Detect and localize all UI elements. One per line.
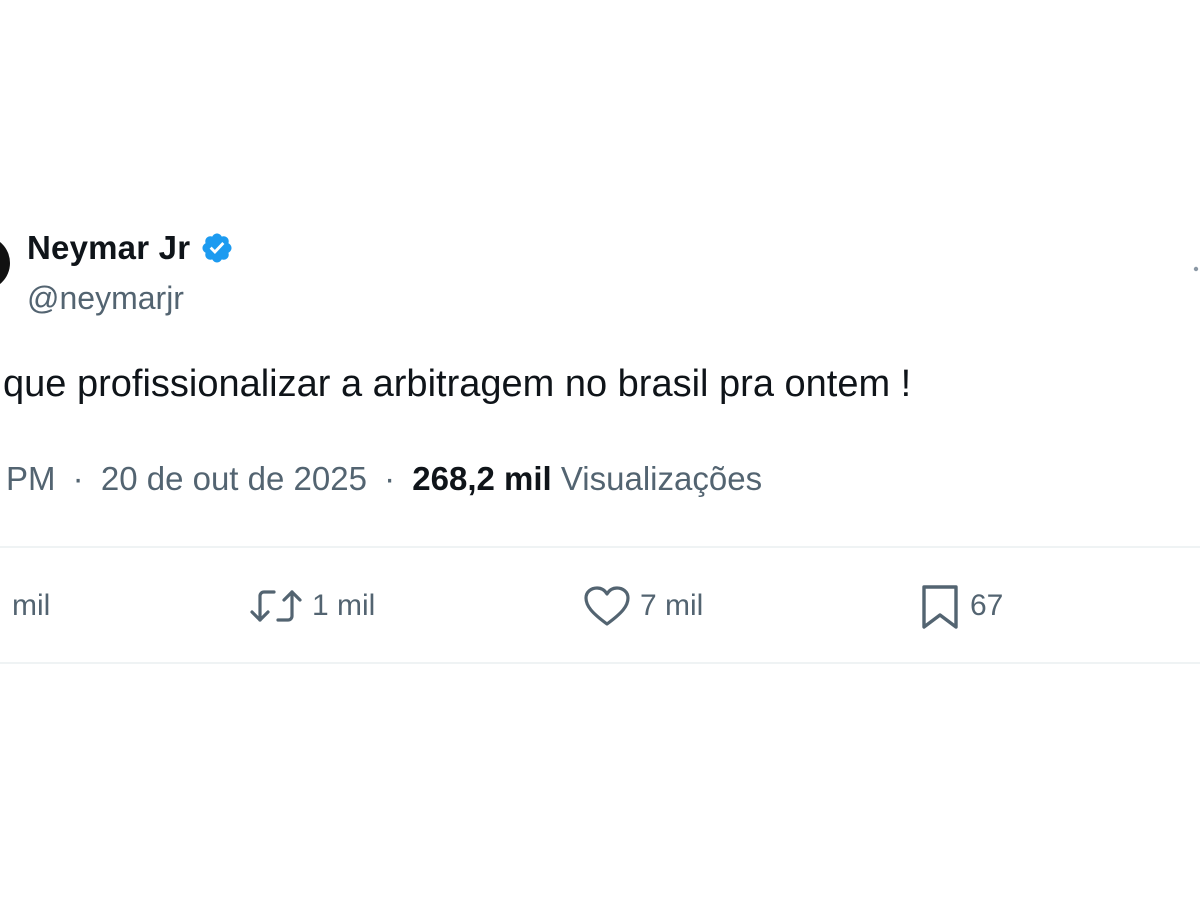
verified-badge-icon xyxy=(202,233,232,263)
reply-button[interactable]: mil xyxy=(4,576,50,636)
tweet-text: que profissionalizar a arbitragem no bra… xyxy=(3,363,912,405)
author-handle[interactable]: @neymarjr xyxy=(27,280,184,317)
heart-icon xyxy=(584,586,630,626)
views-label: Visualizações xyxy=(560,460,763,497)
more-icon[interactable] xyxy=(1192,256,1200,272)
bookmark-icon xyxy=(922,585,958,629)
tweet-view: Neymar Jr @neymarjr que profissionalizar… xyxy=(0,0,1200,900)
reply-count: mil xyxy=(12,589,51,622)
retweet-count: 1 mil xyxy=(312,589,376,622)
views-count: 268,2 mil xyxy=(412,460,552,497)
meta-separator: · xyxy=(72,460,84,497)
tweet-meta: PM · 20 de out de 2025 · 268,2 mil Visua… xyxy=(6,460,762,498)
meta-separator: · xyxy=(384,460,396,497)
avatar[interactable] xyxy=(0,236,10,290)
bookmark-button[interactable]: 67 xyxy=(918,576,1003,636)
tweet-date[interactable]: 20 de out de 2025 xyxy=(101,460,367,497)
like-count: 7 mil xyxy=(640,589,704,622)
retweet-icon xyxy=(250,590,302,622)
divider xyxy=(0,546,1200,548)
like-button[interactable]: 7 mil xyxy=(582,576,703,636)
tweet-time[interactable]: PM xyxy=(6,460,56,497)
author-name-row: Neymar Jr xyxy=(27,226,234,270)
bookmark-count: 67 xyxy=(970,589,1004,622)
divider xyxy=(0,662,1200,664)
action-bar: mil 1 mil 7 mil 67 xyxy=(0,576,1200,636)
retweet-button[interactable]: 1 mil xyxy=(248,576,375,636)
author-name[interactable]: Neymar Jr xyxy=(27,229,190,267)
